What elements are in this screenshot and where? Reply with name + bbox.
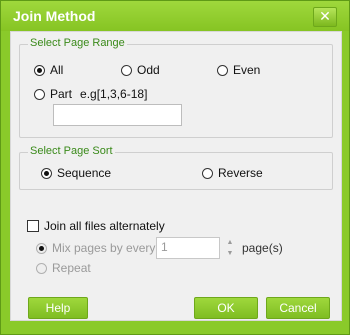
radio-even-label: Even (233, 63, 261, 77)
cancel-button-label: Cancel (279, 301, 317, 315)
radio-reverse-label: Reverse (218, 166, 263, 180)
mix-pages-input[interactable]: 1 (156, 237, 220, 259)
radio-sequence[interactable]: Sequence (41, 166, 111, 180)
mix-pages-stepper[interactable]: ▲ ▼ (224, 237, 236, 259)
radio-even[interactable]: Even (217, 63, 260, 77)
radio-mix-pages[interactable]: Mix pages by every (36, 241, 155, 255)
radio-sequence-label: Sequence (57, 166, 112, 180)
page-sort-title: Select Page Sort (28, 145, 115, 157)
stepper-down-icon[interactable]: ▼ (224, 248, 236, 259)
ok-button[interactable]: OK (194, 297, 258, 319)
radio-odd[interactable]: Odd (121, 63, 160, 77)
radio-sequence-indicator (41, 167, 52, 179)
ok-button-label: OK (217, 301, 235, 315)
radio-all-indicator (34, 64, 45, 76)
radio-part[interactable]: Part e.g[1,3,6-18] (34, 87, 147, 101)
pages-unit-label: page(s) (242, 241, 283, 255)
radio-repeat-label: Repeat (52, 261, 91, 275)
radio-mix-pages-label: Mix pages by every (52, 241, 156, 255)
join-alternately-checkbox[interactable]: Join all files alternately (27, 219, 165, 233)
help-button[interactable]: Help (28, 297, 88, 319)
title-bar: Join Method ✕ (1, 1, 349, 31)
radio-part-label: Part (50, 87, 73, 101)
radio-part-indicator (34, 88, 45, 100)
join-alternately-label: Join all files alternately (44, 219, 165, 233)
radio-even-indicator (217, 64, 228, 76)
radio-reverse[interactable]: Reverse (202, 166, 263, 180)
page-range-title: Select Page Range (28, 37, 127, 49)
dialog-title: Join Method (13, 8, 96, 24)
page-sort-group: Select Page Sort Sequence Reverse (19, 145, 333, 190)
radio-reverse-indicator (202, 167, 213, 179)
part-range-input[interactable] (53, 104, 182, 126)
join-method-dialog: Join Method ✕ Select Page Range All Odd … (0, 0, 350, 335)
close-button[interactable]: ✕ (313, 7, 337, 27)
part-hint: e.g[1,3,6-18] (80, 87, 148, 101)
radio-odd-indicator (121, 64, 132, 76)
radio-all-label: All (50, 63, 64, 77)
radio-all[interactable]: All (34, 63, 63, 77)
close-icon: ✕ (319, 8, 331, 24)
mix-pages-value: 1 (161, 240, 168, 254)
stepper-up-icon[interactable]: ▲ (224, 237, 236, 248)
dialog-body: Select Page Range All Odd Even Part e.g[… (10, 31, 342, 321)
checkbox-indicator (27, 220, 39, 232)
help-button-label: Help (45, 301, 71, 315)
radio-mix-pages-indicator (36, 242, 47, 254)
page-range-group: Select Page Range All Odd Even Part e.g[… (19, 37, 333, 138)
radio-odd-label: Odd (137, 63, 160, 77)
cancel-button[interactable]: Cancel (266, 297, 330, 319)
radio-repeat[interactable]: Repeat (36, 261, 91, 275)
radio-repeat-indicator (36, 262, 47, 274)
